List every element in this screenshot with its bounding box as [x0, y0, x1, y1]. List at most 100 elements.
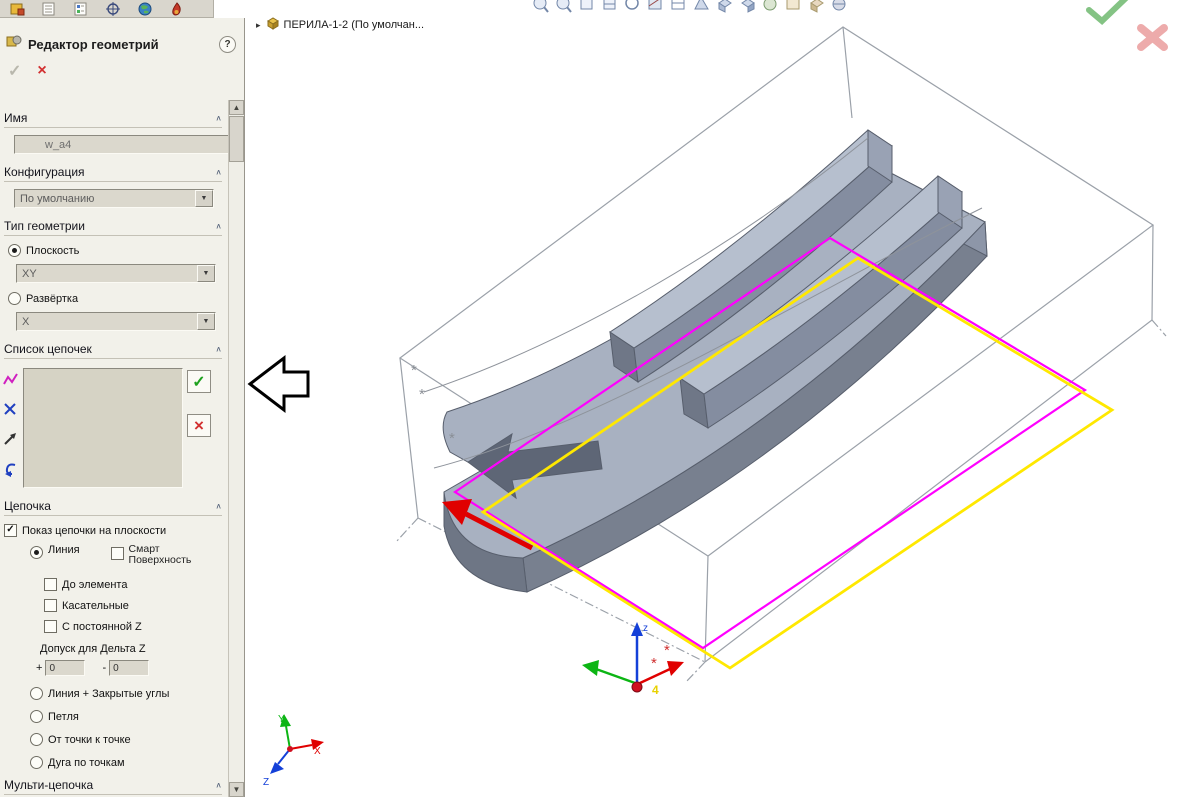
panel-scrollbar[interactable]: ▲ ▼ — [228, 100, 244, 797]
to-element-row[interactable]: До элемента — [44, 578, 228, 591]
appearance-icon[interactable] — [808, 0, 825, 13]
selected-plane: XY — [22, 267, 37, 280]
document-icon[interactable] — [35, 1, 63, 17]
const-z-row[interactable]: С постоянной Z — [44, 620, 228, 633]
delta-z-plus-input[interactable] — [45, 660, 86, 676]
section-title: Тип геометрии — [4, 219, 85, 233]
plane-radio[interactable] — [8, 244, 21, 257]
origin-triad: z 4 — [582, 622, 684, 697]
breadcrumb-label[interactable]: ПЕРИЛА-1-2 (По умолчан... — [284, 19, 425, 31]
hide-show-icon[interactable] — [785, 0, 802, 13]
arc-by-points-row[interactable]: Дуга по точкам — [30, 756, 228, 769]
section-header-chain-list[interactable]: Список цепочек ∧ — [4, 342, 222, 359]
chain-tools — [2, 368, 19, 488]
line-radio[interactable] — [30, 546, 43, 559]
unfold-radio[interactable] — [8, 292, 21, 305]
chain-deselect-icon[interactable] — [2, 401, 19, 418]
section-header-geometry-type[interactable]: Тип геометрии ∧ — [4, 219, 222, 236]
selected-unfold-axis: X — [22, 315, 30, 328]
scroll-down-button[interactable]: ▼ — [229, 782, 244, 797]
unfold-select[interactable]: X ▼ — [16, 312, 216, 331]
show-chain-row[interactable]: ✓ Показ цепочки на плоскости — [4, 524, 228, 537]
app-toolbar — [0, 0, 214, 18]
point-to-point-radio[interactable] — [30, 733, 43, 746]
chain-confirm-button[interactable]: ✓ — [187, 370, 211, 393]
tangent-checkbox[interactable] — [44, 599, 57, 612]
scrollbar-thumb[interactable] — [229, 116, 244, 162]
collapse-chevron-icon[interactable]: ∧ — [215, 167, 222, 176]
zoom-fit-icon[interactable] — [555, 0, 572, 13]
dropdown-arrow-icon[interactable]: ▼ — [197, 313, 215, 330]
section-header-name[interactable]: Имя ∧ — [4, 111, 222, 128]
postprocess-icon[interactable] — [163, 1, 191, 17]
show-chain-checkbox[interactable]: ✓ — [4, 524, 17, 537]
zoom-icon[interactable] — [532, 0, 549, 13]
delta-z-minus-input[interactable] — [109, 660, 150, 676]
view-orientation-icon[interactable] — [739, 0, 756, 13]
tangent-row[interactable]: Касательные — [44, 599, 228, 612]
shaded-view-icon[interactable] — [693, 0, 710, 13]
arc-by-points-radio[interactable] — [30, 756, 43, 769]
cam-module-icon[interactable] — [3, 1, 31, 17]
chain-pick-icon[interactable] — [2, 371, 19, 388]
name-input[interactable] — [14, 135, 228, 154]
zoom-area-icon[interactable] — [578, 0, 595, 13]
plane-select[interactable]: XY ▼ — [16, 264, 216, 283]
document-tree-icon[interactable] — [67, 1, 95, 17]
scene-settings-icon[interactable] — [831, 0, 848, 13]
line-corners-radio[interactable] — [30, 687, 43, 700]
chain-reverse-icon[interactable] — [2, 431, 19, 448]
view-cube-icon[interactable] — [716, 0, 733, 13]
section-title: Цепочка — [4, 499, 51, 513]
plane-radio-row[interactable]: Плоскость — [8, 244, 228, 257]
section-header-chain[interactable]: Цепочка ∧ — [4, 499, 222, 516]
cancel-icon[interactable]: × — [37, 62, 46, 80]
display-style-icon[interactable] — [762, 0, 779, 13]
help-icon[interactable]: ? — [219, 35, 236, 53]
to-element-checkbox[interactable] — [44, 578, 57, 591]
panel-header: Редактор геометрий ? — [0, 18, 244, 54]
loop-radio[interactable] — [30, 710, 43, 723]
dropdown-arrow-icon[interactable]: ▼ — [197, 265, 215, 282]
dropdown-arrow-icon[interactable]: ▼ — [195, 190, 213, 207]
section-header-multi-chain[interactable]: Мульти-цепочка ∧ — [4, 778, 222, 795]
unfold-radio-row[interactable]: Развёртка — [8, 292, 228, 305]
line-corners-row[interactable]: Линия + Закрытые углы — [30, 687, 228, 700]
triad-z-label: Z — [263, 777, 269, 788]
section-chain: Цепочка ∧ ✓ Показ цепочки на плоскости Л… — [0, 499, 228, 769]
pan-icon[interactable] — [601, 0, 618, 13]
line-mode-row: Линия Смарт Поверхность — [30, 544, 228, 566]
orientation-triad: Y X Z — [263, 714, 324, 788]
section-configuration: Конфигурация ∧ По умолчанию ▼ — [0, 165, 228, 208]
globe-icon[interactable] — [131, 1, 159, 17]
viewport-close-icon[interactable] — [1137, 24, 1168, 51]
collapse-chevron-icon[interactable]: ∧ — [215, 113, 222, 122]
loop-row[interactable]: Петля — [30, 710, 228, 723]
configuration-select[interactable]: По умолчанию ▼ — [14, 189, 214, 208]
app-window: * * * * * z 4 Y X Z ▸ ПЕРИЛА-1-2 (По умо… — [0, 0, 1177, 797]
section-header-configuration[interactable]: Конфигурация ∧ — [4, 165, 222, 182]
const-z-checkbox[interactable] — [44, 620, 57, 633]
chain-listbox[interactable] — [23, 368, 183, 488]
scroll-up-button[interactable]: ▲ — [229, 100, 244, 115]
point-to-point-row[interactable]: От точки к точке — [30, 733, 228, 746]
collapse-chevron-icon[interactable]: ∧ — [215, 501, 222, 510]
section-title: Мульти-цепочка — [4, 778, 94, 792]
collapse-chevron-icon[interactable]: ∧ — [215, 780, 222, 789]
rotate-icon[interactable] — [624, 0, 641, 13]
viewport-confirm-check-icon[interactable] — [1086, 0, 1129, 26]
part-model[interactable] — [442, 129, 988, 593]
undo-icon[interactable] — [2, 461, 19, 478]
chain-cancel-button[interactable]: × — [187, 414, 211, 437]
crosshair-icon[interactable] — [99, 1, 127, 17]
smart-surface-checkbox[interactable] — [110, 547, 124, 560]
collapse-chevron-icon[interactable]: ∧ — [215, 344, 222, 353]
wireframe-icon[interactable] — [670, 0, 687, 13]
collapse-chevron-icon[interactable]: ∧ — [215, 221, 222, 230]
expander-icon[interactable]: ▸ — [256, 20, 261, 31]
plus-label: + — [36, 662, 43, 674]
to-element-label: До элемента — [62, 578, 128, 591]
section-view-icon[interactable] — [647, 0, 664, 13]
section-title: Список цепочек — [4, 342, 92, 356]
ok-icon[interactable]: ✓ — [8, 61, 21, 81]
